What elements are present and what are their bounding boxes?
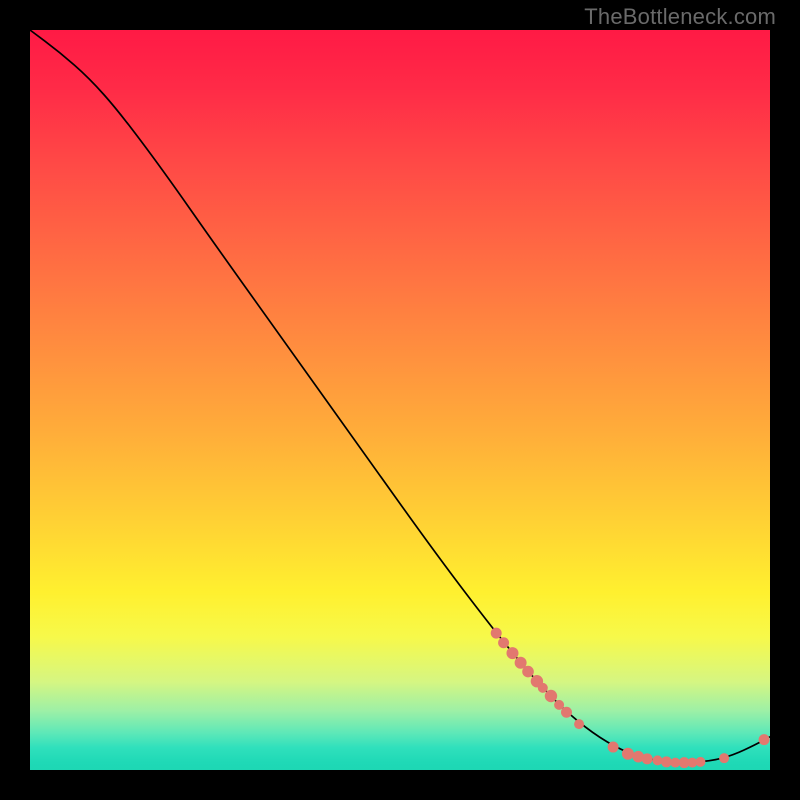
data-marker — [642, 753, 653, 764]
data-marker — [759, 734, 770, 745]
data-marker — [538, 683, 548, 693]
data-marker — [608, 742, 619, 753]
data-marker — [554, 700, 564, 710]
data-marker — [545, 690, 557, 702]
data-marker — [574, 719, 584, 729]
data-marker — [491, 628, 502, 639]
data-marker — [695, 757, 705, 767]
data-marker — [506, 647, 518, 659]
data-marker — [653, 755, 663, 765]
data-marker — [561, 707, 572, 718]
data-marker — [522, 666, 534, 678]
chart-overlay — [30, 30, 770, 770]
data-marker — [661, 756, 672, 767]
data-marker — [498, 637, 509, 648]
bottleneck-curve — [30, 30, 770, 762]
data-marker — [622, 748, 634, 760]
plot-area — [30, 30, 770, 770]
chart-frame: TheBottleneck.com — [0, 0, 800, 800]
data-marker — [719, 753, 729, 763]
watermark-text: TheBottleneck.com — [584, 4, 776, 30]
marker-layer — [491, 628, 770, 769]
